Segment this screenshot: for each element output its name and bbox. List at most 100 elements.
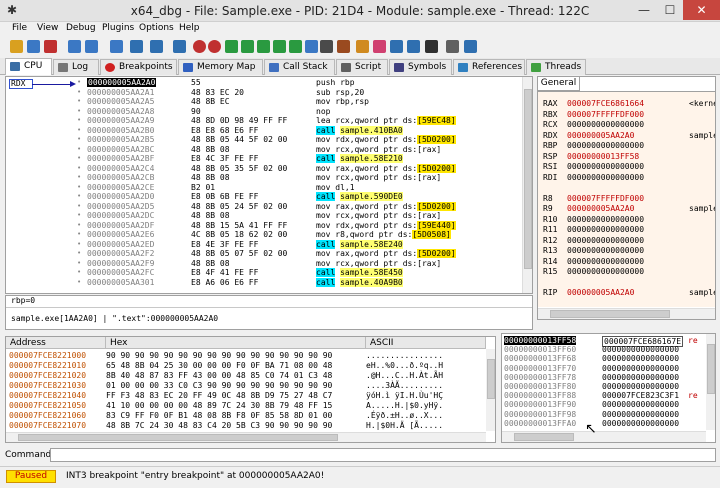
script-icon[interactable] bbox=[356, 40, 369, 53]
close-icon[interactable] bbox=[44, 40, 57, 53]
flag[interactable]: PF 1 bbox=[581, 320, 619, 321]
dump-hscrollbar[interactable] bbox=[6, 432, 486, 442]
about-icon[interactable] bbox=[464, 40, 477, 53]
register-row[interactable]: R10 0000000000000000 bbox=[543, 215, 644, 225]
scroll-thumb[interactable] bbox=[550, 310, 670, 318]
disasm-row[interactable]: • 000000005AA2F9 48 8B 08 mov rcx,qword ptr… bbox=[77, 259, 522, 268]
minimize-button[interactable]: — bbox=[631, 0, 657, 20]
patch-icon[interactable] bbox=[225, 40, 238, 53]
dump-scrollbar[interactable] bbox=[486, 349, 495, 431]
register-row[interactable]: RDX 000000005AA2A0 sample bbox=[543, 131, 715, 141]
scroll-thumb[interactable] bbox=[487, 359, 495, 399]
flag[interactable]: ZF 1 bbox=[543, 320, 581, 321]
stack-view-icon[interactable] bbox=[320, 40, 333, 53]
scroll-thumb[interactable] bbox=[524, 89, 532, 269]
dump-header-hex[interactable]: Hex bbox=[106, 337, 366, 349]
disasm-row[interactable]: • 000000005AA2A8 90 nop bbox=[77, 107, 522, 116]
menu-file[interactable]: File bbox=[12, 23, 27, 33]
disasm-row[interactable]: • 000000005AA2DF 48 8B 15 5A 41 FF FF mov r… bbox=[77, 220, 522, 230]
register-row[interactable]: RAX 000007FCE6861664 <kernel bbox=[543, 99, 715, 109]
register-row[interactable]: RSP 00000000013FF58 bbox=[543, 152, 639, 162]
disasm-row[interactable]: • 000000005AA2D0 E8 0B 6B FE FF call sample… bbox=[77, 192, 522, 201]
formula-icon[interactable] bbox=[425, 40, 438, 53]
disasm-row[interactable]: • 000000005AA301 E8 A6 06 E6 FF call sample… bbox=[77, 277, 522, 287]
disasm-row[interactable]: • 000000005AA2D5 48 8B 05 24 5F 02 00 mov r… bbox=[77, 201, 522, 211]
tab-memory-map[interactable]: Memory Map bbox=[178, 59, 263, 75]
register-row[interactable]: R9 000000005AA2A0 sample bbox=[543, 204, 715, 214]
disassembly-view[interactable]: RDX • 000000005AA2A0 55 push rbp • 000000005A… bbox=[5, 76, 533, 294]
tab-general[interactable]: General bbox=[538, 77, 580, 91]
register-list[interactable]: RAX 000007FCE6861664 <kernel RBX 000007FFFFF… bbox=[538, 91, 715, 318]
tab-log[interactable]: Log bbox=[53, 59, 99, 75]
step-over-icon[interactable] bbox=[130, 40, 143, 53]
tab-symbols[interactable]: Symbols bbox=[389, 59, 452, 75]
stack-scrollbar[interactable] bbox=[706, 334, 715, 430]
scroll-thumb[interactable] bbox=[707, 344, 715, 394]
disasm-row[interactable]: • 000000005AA2FC E8 4F 41 FE FF call sample… bbox=[77, 268, 522, 277]
register-row[interactable]: RBX 000007FFFFFDF000 bbox=[543, 110, 644, 120]
disasm-row[interactable]: • 000000005AA2B0 E8 E8 68 E6 FF call sample… bbox=[77, 125, 522, 135]
scroll-thumb[interactable] bbox=[514, 433, 574, 441]
menu-plugins[interactable]: Plugins bbox=[102, 23, 134, 33]
disasm-row[interactable]: • 000000005AA2A0 55 push rbp bbox=[77, 78, 522, 87]
scroll-thumb[interactable] bbox=[18, 434, 338, 441]
restart-icon[interactable] bbox=[27, 40, 40, 53]
disasm-row[interactable]: • 000000005AA2A9 48 8D 0D 98 49 FF FF lea r… bbox=[77, 116, 522, 125]
maximize-button[interactable]: ☐ bbox=[657, 0, 683, 20]
dump-header-ascii[interactable]: ASCII bbox=[366, 337, 486, 349]
register-row[interactable]: RIP 000000005AA2A0 sample bbox=[543, 288, 715, 298]
disasm-row[interactable]: • 000000005AA2F2 48 8B 05 07 5F 02 00 mov r… bbox=[77, 249, 522, 258]
disasm-row[interactable]: • 000000005AA2BF E8 4C 3F FE FF call sample… bbox=[77, 154, 522, 163]
tab-script[interactable]: Script bbox=[336, 59, 388, 75]
tab-cpu[interactable]: CPU bbox=[5, 58, 52, 75]
disasm-row[interactable]: • 000000005AA2DC 48 8B 08 mov rcx,qword ptr… bbox=[77, 211, 522, 220]
menu-help[interactable]: Help bbox=[179, 23, 200, 33]
references-icon[interactable] bbox=[407, 40, 420, 53]
register-row[interactable]: RBP 0000000000000000 bbox=[543, 141, 644, 151]
stack-view[interactable]: 00000000013FF58 000007FCE686167E re 0000000… bbox=[501, 333, 716, 443]
tab-threads[interactable]: Threads bbox=[526, 59, 586, 75]
run-icon[interactable] bbox=[68, 40, 81, 53]
register-row[interactable]: RSI 0000000000000000 bbox=[543, 162, 644, 172]
register-row[interactable]: RDI 0000000000000000 bbox=[543, 173, 644, 183]
memory-dump[interactable]: Address Hex ASCII 000007FCE8221000 90 90 … bbox=[5, 336, 496, 443]
disasm-row[interactable]: • 000000005AA2A5 48 8B EC mov rbp,rsp bbox=[77, 97, 522, 106]
tab-breakpoints[interactable]: Breakpoints bbox=[100, 59, 177, 75]
disasm-row[interactable]: • 000000005AA2BC 48 8B 08 mov rcx,qword ptr… bbox=[77, 145, 522, 154]
flag[interactable]: AF 0 bbox=[619, 320, 657, 321]
calculator-icon[interactable] bbox=[337, 40, 350, 53]
functions-icon[interactable] bbox=[289, 40, 302, 53]
menu-debug[interactable]: Debug bbox=[66, 23, 96, 33]
register-row[interactable]: RCX 0000000000000000 bbox=[543, 120, 644, 130]
strings-icon[interactable] bbox=[390, 40, 403, 53]
register-row[interactable]: R13 0000000000000000 bbox=[543, 246, 644, 256]
execute-till-return-icon[interactable] bbox=[150, 40, 163, 53]
disasm-row[interactable]: • 000000005AA2CE B2 01 mov dl,1 bbox=[77, 183, 522, 192]
disasm-row[interactable]: • 000000005AA2E6 4C 8B 05 18 62 02 00 mov r… bbox=[77, 230, 522, 239]
disasm-row[interactable]: • 000000005AA2B5 48 8B 05 44 5F 02 00 mov r… bbox=[77, 135, 522, 144]
pause-icon[interactable] bbox=[85, 40, 98, 53]
memory-breakpoint-icon[interactable] bbox=[208, 40, 221, 53]
tab-call-stack[interactable]: Call Stack bbox=[264, 59, 335, 75]
stack-hscrollbar[interactable] bbox=[502, 431, 706, 442]
registers-hscrollbar[interactable] bbox=[538, 308, 715, 319]
disassembly-scrollbar[interactable] bbox=[522, 77, 532, 293]
disasm-row[interactable]: • 000000005AA2ED E8 4E 3F FE FF call sample… bbox=[77, 239, 522, 249]
comments-icon[interactable] bbox=[241, 40, 254, 53]
disasm-row[interactable]: • 000000005AA2C4 48 8B 05 35 5F 02 00 mov r… bbox=[77, 163, 522, 173]
open-icon[interactable] bbox=[10, 40, 23, 53]
labels-icon[interactable] bbox=[257, 40, 270, 53]
bookmarks-icon[interactable] bbox=[273, 40, 286, 53]
disasm-row[interactable]: • 000000005AA2CB 48 8B 08 mov rcx,qword ptr… bbox=[77, 173, 522, 182]
dump-header-address[interactable]: Address bbox=[6, 337, 106, 349]
disasm-row[interactable]: • 000000005AA2A1 48 83 EC 20 sub rsp,20 bbox=[77, 88, 522, 97]
command-input[interactable] bbox=[50, 448, 716, 462]
menu-view[interactable]: View bbox=[37, 23, 58, 33]
settings-icon[interactable] bbox=[446, 40, 459, 53]
patch-file-icon[interactable] bbox=[373, 40, 386, 53]
menu-options[interactable]: Options bbox=[139, 23, 174, 33]
step-into-icon[interactable] bbox=[110, 40, 123, 53]
close-button[interactable]: ✕ bbox=[683, 0, 720, 20]
register-row[interactable]: R12 0000000000000000 bbox=[543, 236, 644, 246]
register-row[interactable]: R8 000007FFFFFDF000 bbox=[543, 194, 644, 204]
